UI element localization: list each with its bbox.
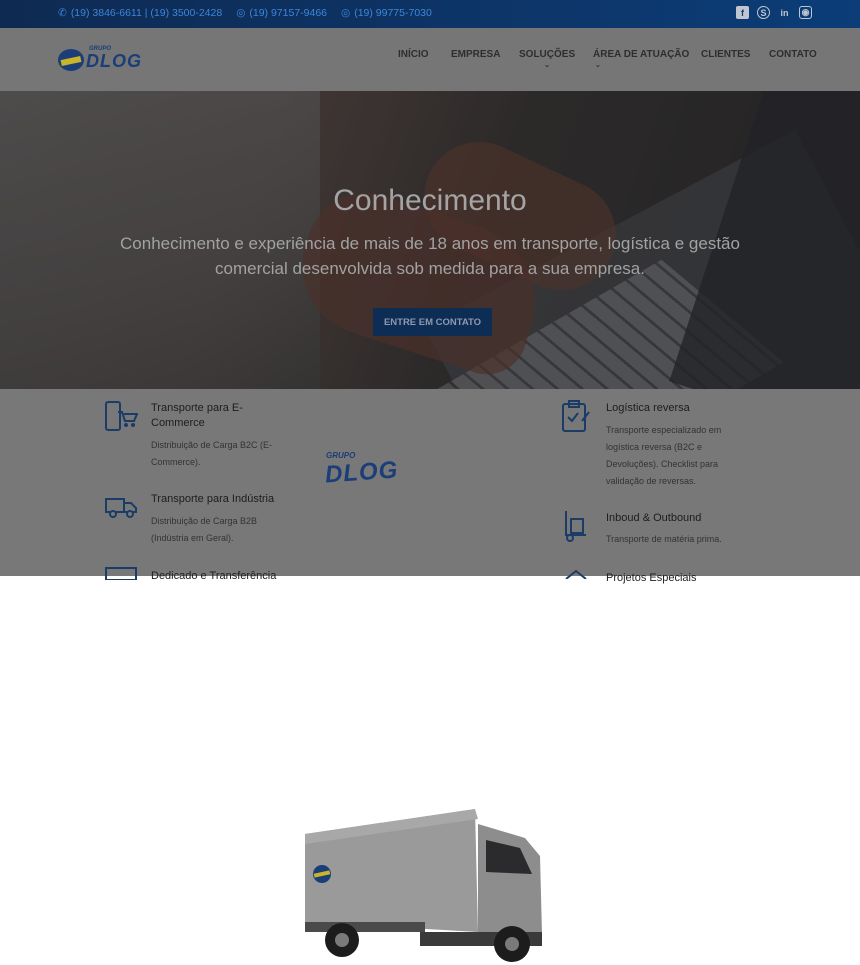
nav-item-empresa[interactable]: EMPRESA bbox=[451, 49, 500, 60]
service-desc: Distribuição de Carga B2B (Indústria em … bbox=[151, 516, 258, 543]
truck-icon bbox=[105, 498, 137, 518]
linkedin-icon[interactable]: in bbox=[778, 6, 791, 19]
hero-subtitle: Conhecimento e experiência de mais de 18… bbox=[120, 234, 740, 278]
phone-whatsapp-1[interactable]: ◎ (19) 97157-9466 bbox=[236, 7, 327, 19]
main-navbar: GRUPO DLOG INÍCIO EMPRESA SOLUÇÕES ⌄ ÁREA… bbox=[0, 28, 860, 91]
services-section: Transporte para E-Commerce Distribuição … bbox=[0, 389, 860, 962]
grupo-dlog-logo[interactable]: GRUPO DLOG bbox=[58, 46, 148, 76]
service-title[interactable]: Dedicado e Transferência bbox=[151, 569, 291, 584]
mobile-cart-icon bbox=[105, 401, 138, 431]
social-links: f S in ◉ bbox=[736, 6, 812, 19]
clipboard-check-icon bbox=[562, 400, 590, 432]
skype-icon[interactable]: S bbox=[757, 6, 770, 19]
box-truck-icon bbox=[105, 567, 137, 580]
logo-emblem bbox=[58, 49, 84, 71]
service-desc: Transporte de matéria prima. bbox=[606, 534, 722, 544]
hero-banner: Conhecimento Conhecimento e experiência … bbox=[0, 91, 860, 389]
house-icon bbox=[565, 569, 587, 579]
truck-logo-dlog: DLOG bbox=[324, 456, 400, 489]
nav-item-contato[interactable]: CONTATO bbox=[769, 49, 817, 60]
hero-title: Conhecimento bbox=[333, 184, 527, 217]
chevron-down-icon: ⌄ bbox=[544, 62, 550, 69]
nav-item-area-atuacao[interactable]: ÁREA DE ATUAÇÃO ⌄ bbox=[593, 49, 689, 69]
nav-item-inicio[interactable]: INÍCIO bbox=[398, 49, 429, 60]
instagram-icon[interactable]: ◉ bbox=[799, 6, 812, 19]
truck-logo-grupo: GRUPO bbox=[326, 451, 356, 460]
service-title[interactable]: Transporte para Indústria bbox=[151, 492, 291, 507]
service-title[interactable]: Inboud & Outbound bbox=[606, 511, 746, 526]
top-bar: ✆ (19) 3846-6611 | (19) 3500-2428 ◎ (19) 9… bbox=[0, 0, 860, 28]
service-title[interactable]: Projetos Especiais bbox=[606, 571, 746, 586]
service-title[interactable]: Logística reversa bbox=[606, 401, 746, 416]
service-desc: Distribuição de Carga B2C (E-Commerce). bbox=[151, 440, 273, 467]
service-title[interactable]: Transporte para E-Commerce bbox=[151, 401, 266, 431]
whatsapp-icon: ◎ bbox=[236, 7, 246, 19]
chevron-down-icon: ⌄ bbox=[595, 62, 601, 69]
facebook-icon[interactable]: f bbox=[736, 6, 749, 19]
contact-list: ✆ (19) 3846-6611 | (19) 3500-2428 ◎ (19) 9… bbox=[58, 7, 432, 19]
service-desc: Transporte especializado em logística re… bbox=[606, 425, 722, 486]
phone-whatsapp-2[interactable]: ◎ (19) 99775-7030 bbox=[341, 7, 432, 19]
nav-item-clientes[interactable]: CLIENTES bbox=[701, 49, 750, 60]
phone-landline[interactable]: ✆ (19) 3846-6611 | (19) 3500-2428 bbox=[58, 7, 222, 19]
delivery-truck-image bbox=[305, 809, 542, 962]
hand-truck-icon bbox=[565, 511, 586, 542]
nav-item-solucoes[interactable]: SOLUÇÕES ⌄ bbox=[519, 49, 575, 69]
phone-icon: ✆ bbox=[58, 7, 67, 19]
contact-cta-button[interactable]: ENTRE EM CONTATO bbox=[373, 308, 492, 336]
whatsapp-icon: ◎ bbox=[341, 7, 351, 19]
